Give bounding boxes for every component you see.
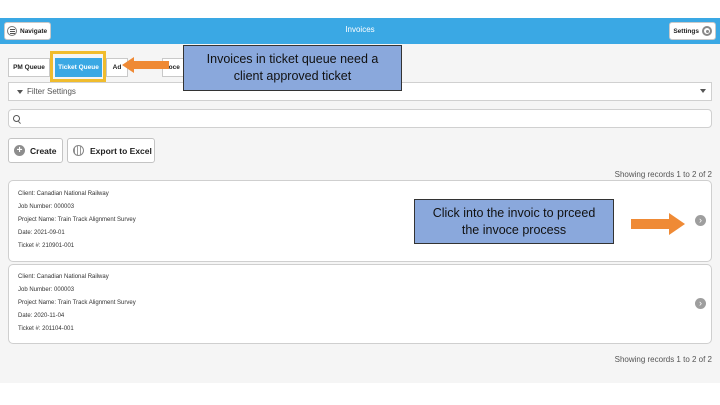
chevron-right-icon[interactable]: › xyxy=(695,298,706,309)
records-count-bottom: Showing records 1 to 2 of 2 xyxy=(614,355,712,364)
invoice-project-name: Project Name: Train Track Alignment Surv… xyxy=(18,300,136,306)
gear-icon xyxy=(702,26,712,36)
chevron-right-icon[interactable]: › xyxy=(695,215,706,226)
create-button[interactable]: + Create xyxy=(8,138,63,163)
create-label: Create xyxy=(30,145,57,156)
tab-note-line2: client approved ticket xyxy=(233,69,352,83)
tab-annotation-callout: Invoices in ticket queue need a client a… xyxy=(183,45,402,91)
tab-note-line1: Invoices in ticket queue need a xyxy=(206,52,379,66)
invoice-date: Date: 2020-11-04 xyxy=(18,313,65,319)
invoice-client: Client: Canadian National Railway xyxy=(18,274,109,280)
search-icon xyxy=(13,115,20,122)
page-title: Invoices xyxy=(345,25,375,34)
card-note-line2: the invoce process xyxy=(461,222,567,237)
invoice-job-number: Job Number: 000003 xyxy=(18,204,75,210)
export-label: Export to Excel xyxy=(90,145,152,156)
search-input[interactable] xyxy=(8,109,712,128)
invoice-date: Date: 2021-09-01 xyxy=(18,230,65,236)
top-bar: Navigate Invoices Settings xyxy=(0,18,720,44)
tab-pm-queue[interactable]: PM Queue xyxy=(8,58,50,77)
plus-icon: + xyxy=(14,145,25,156)
filter-label: Filter Settings xyxy=(27,87,76,96)
card-annotation-callout: Click into the invoic to prceed the invo… xyxy=(414,199,614,244)
funnel-icon xyxy=(17,89,23,94)
card-note-line1: Click into the invoic to prceed xyxy=(432,205,596,220)
records-count-top: Showing records 1 to 2 of 2 xyxy=(614,170,712,179)
chevron-down-icon xyxy=(700,89,706,93)
settings-button[interactable]: Settings xyxy=(669,22,716,40)
invoice-client: Client: Canadian National Railway xyxy=(18,191,109,197)
arrow-left-icon xyxy=(122,57,169,73)
invoice-job-number: Job Number: 000003 xyxy=(18,287,75,293)
settings-label: Settings xyxy=(673,27,699,35)
spreadsheet-icon xyxy=(73,145,84,156)
invoice-project-name: Project Name: Train Track Alignment Surv… xyxy=(18,217,136,223)
invoice-ticket: Ticket #: 201104-001 xyxy=(18,326,74,332)
export-excel-button[interactable]: Export to Excel xyxy=(67,138,155,163)
invoice-ticket: Ticket #: 210901-001 xyxy=(18,243,75,249)
tab-highlight-box xyxy=(50,51,106,82)
invoice-card[interactable]: Client: Canadian National Railway Job Nu… xyxy=(8,264,712,344)
arrow-right-icon xyxy=(631,213,685,235)
